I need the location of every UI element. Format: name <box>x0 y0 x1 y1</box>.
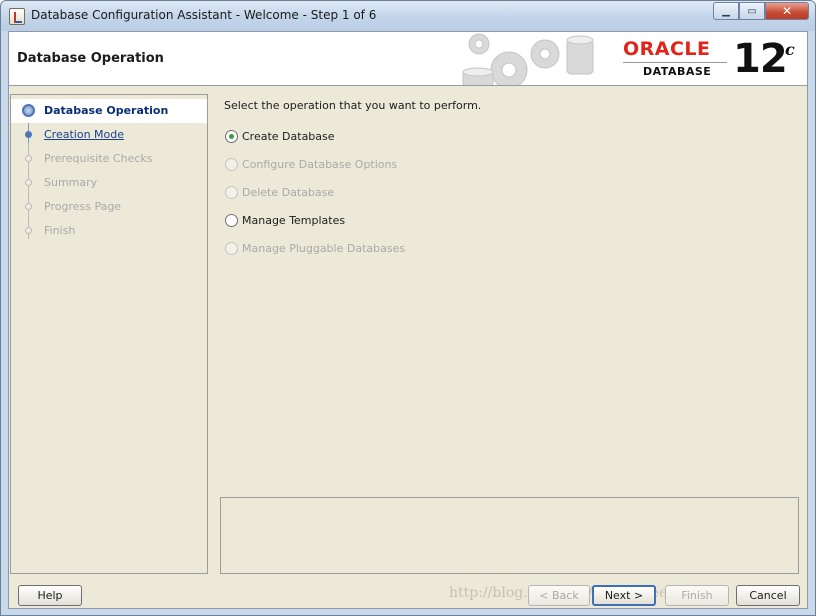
step-prerequisite-checks: Prerequisite Checks <box>11 147 207 171</box>
client-area: Database Operation ORACLE DATABASE 12 c … <box>8 31 808 609</box>
step-label: Creation Mode <box>44 128 125 141</box>
help-button[interactable]: Help <box>18 585 82 606</box>
step-summary: Summary <box>11 171 207 195</box>
instruction-text: Select the operation that you want to pe… <box>224 99 482 112</box>
step-dot-icon <box>25 227 32 234</box>
java-app-icon <box>9 8 25 25</box>
back-button: < Back <box>528 585 590 606</box>
finish-button: Finish <box>665 585 729 606</box>
version-suffix: c <box>785 40 795 59</box>
title-bar[interactable]: Database Configuration Assistant - Welco… <box>1 1 815 31</box>
oracle-wordmark: ORACLE <box>623 38 711 60</box>
step-database-operation[interactable]: Database Operation <box>11 99 207 123</box>
oracle-logo: ORACLE DATABASE 12 c <box>623 36 803 82</box>
radio-icon <box>225 242 238 255</box>
option-label: Manage Pluggable Databases <box>242 242 406 255</box>
radio-icon <box>225 158 238 171</box>
step-label: Prerequisite Checks <box>44 152 153 165</box>
gears-graphic-icon <box>462 33 594 85</box>
step-progress-page: Progress Page <box>11 195 207 219</box>
next-button[interactable]: Next > <box>592 585 656 606</box>
minimize-button[interactable]: ▁ <box>713 2 739 20</box>
version-number: 12 <box>733 36 788 82</box>
step-dot-icon <box>25 131 32 138</box>
maximize-button[interactable]: ▭ <box>739 2 765 20</box>
step-dot-icon <box>25 179 32 186</box>
steps-panel: Database Operation Creation Mode Prerequ… <box>10 94 208 574</box>
step-current-icon <box>22 104 35 117</box>
content-panel: Select the operation that you want to pe… <box>219 94 805 498</box>
page-title: Database Operation <box>17 51 164 66</box>
radio-icon[interactable] <box>225 214 238 227</box>
radio-selected-icon[interactable] <box>225 130 238 143</box>
option-label: Delete Database <box>242 186 335 199</box>
radio-icon <box>225 186 238 199</box>
step-dot-icon <box>25 155 32 162</box>
step-label: Database Operation <box>44 104 169 117</box>
step-finish: Finish <box>11 219 207 243</box>
logo-divider <box>623 62 727 63</box>
header-banner: Database Operation ORACLE DATABASE 12 c <box>9 32 807 86</box>
window-title: Database Configuration Assistant - Welco… <box>31 8 377 22</box>
database-wordmark: DATABASE <box>643 65 712 78</box>
close-button[interactable]: ✕ <box>765 2 809 20</box>
option-label: Create Database <box>242 130 335 143</box>
step-label: Progress Page <box>44 200 122 213</box>
dbca-window: Database Configuration Assistant - Welco… <box>0 0 816 616</box>
step-label: Summary <box>44 176 98 189</box>
step-creation-mode[interactable]: Creation Mode <box>11 123 207 147</box>
option-label: Manage Templates <box>242 214 346 227</box>
option-label: Configure Database Options <box>242 158 398 171</box>
step-dot-icon <box>25 203 32 210</box>
cancel-button[interactable]: Cancel <box>736 585 800 606</box>
step-label: Finish <box>44 224 76 237</box>
window-controls: ▁ ▭ ✕ <box>713 2 809 20</box>
message-area <box>220 497 799 574</box>
